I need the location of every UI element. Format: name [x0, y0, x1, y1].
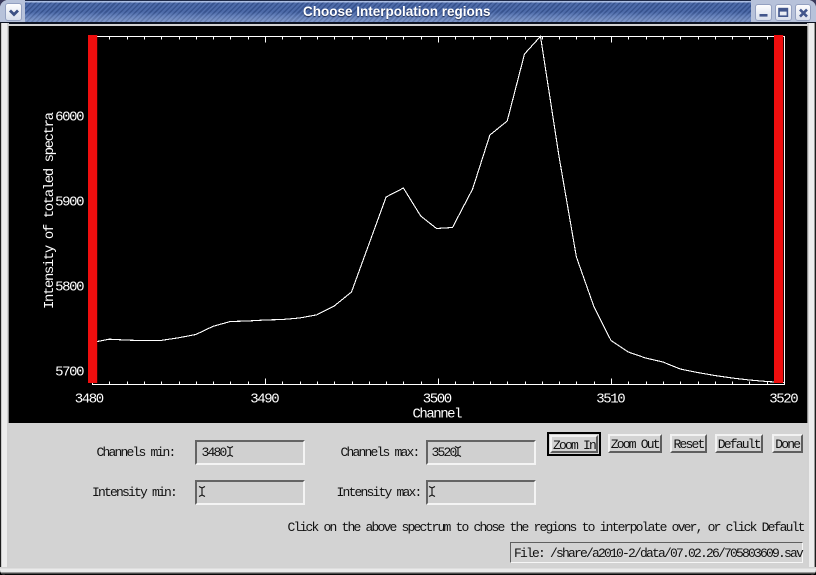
svg-text:3480: 3480: [75, 392, 104, 408]
svg-text:3490: 3490: [250, 392, 279, 408]
svg-text:5700: 5700: [55, 364, 84, 380]
svg-text:6000: 6000: [55, 109, 84, 125]
svg-text:3510: 3510: [596, 392, 625, 408]
svg-text:3500: 3500: [423, 392, 452, 408]
svg-text:3520: 3520: [769, 392, 798, 408]
svg-text:Channel: Channel: [413, 407, 463, 423]
svg-text:5900: 5900: [55, 194, 84, 210]
svg-text:5800: 5800: [55, 279, 84, 295]
svg-text:Intensity of totaled spectra: Intensity of totaled spectra: [42, 112, 58, 309]
